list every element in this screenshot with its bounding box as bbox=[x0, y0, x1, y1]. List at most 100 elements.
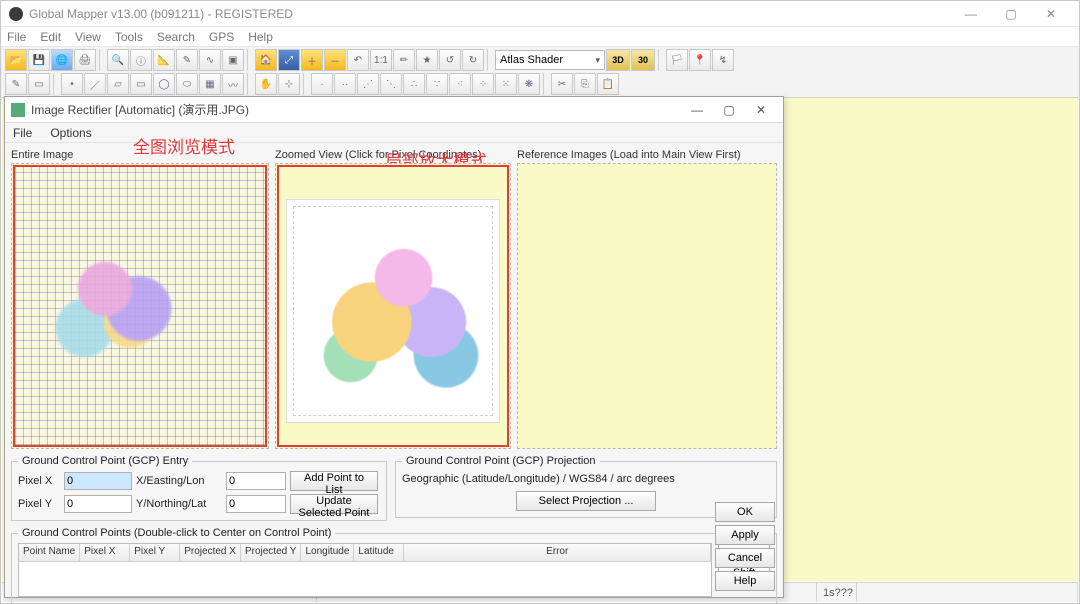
gcp-entry-fieldset: Ground Control Point (GCP) Entry Pixel X… bbox=[11, 455, 387, 521]
pt5-icon[interactable]: ∴ bbox=[403, 73, 425, 95]
line-tool-icon[interactable]: ／ bbox=[84, 73, 106, 95]
menu-help[interactable]: Help bbox=[248, 30, 273, 44]
measure-tool-icon[interactable]: 📐 bbox=[153, 49, 175, 71]
btn-3d[interactable]: 3D bbox=[606, 49, 630, 71]
threed-icon[interactable]: ▣ bbox=[222, 49, 244, 71]
paste-icon[interactable]: 📋 bbox=[597, 73, 619, 95]
toolbars: 📂 💾 🌐 🖨 🔍 ⓘ 📐 ✎ ∿ ▣ 🏠 ⤢ ＋ － ↶ 1:1 ✏ ★ ↺ … bbox=[1, 47, 1079, 100]
globe-icon[interactable]: 🌐 bbox=[51, 49, 73, 71]
undo-icon[interactable]: ↺ bbox=[439, 49, 461, 71]
zoom-out-icon[interactable]: － bbox=[324, 49, 346, 71]
toolbar-row-1: 📂 💾 🌐 🖨 🔍 ⓘ 📐 ✎ ∿ ▣ 🏠 ⤢ ＋ － ↶ 1:1 ✏ ★ ↺ … bbox=[5, 49, 1075, 71]
cut-icon[interactable]: ✂ bbox=[551, 73, 573, 95]
menu-file[interactable]: File bbox=[7, 30, 26, 44]
open-icon[interactable]: 📂 bbox=[5, 49, 27, 71]
pixel-x-input[interactable] bbox=[64, 472, 132, 490]
update-point-button[interactable]: Update Selected Point bbox=[290, 494, 378, 514]
full-extent-icon[interactable]: ⤢ bbox=[278, 49, 300, 71]
select-projection-button[interactable]: Select Projection ... bbox=[516, 491, 656, 511]
col-error[interactable]: Error bbox=[404, 544, 711, 561]
pixel-y-input[interactable] bbox=[64, 495, 132, 513]
freehand-tool-icon[interactable]: 〰 bbox=[222, 73, 244, 95]
apply-button[interactable]: Apply bbox=[715, 525, 775, 545]
pt8-icon[interactable]: ⁘ bbox=[472, 73, 494, 95]
gcp-entry-legend: Ground Control Point (GCP) Entry bbox=[18, 455, 192, 467]
pan-icon[interactable]: ✋ bbox=[255, 73, 277, 95]
pt1-icon[interactable]: · bbox=[311, 73, 333, 95]
dialog-menu-options[interactable]: Options bbox=[50, 126, 91, 140]
save-icon[interactable]: 💾 bbox=[28, 49, 50, 71]
copy-icon[interactable]: ⎘ bbox=[574, 73, 596, 95]
pencil2-icon[interactable]: ✏ bbox=[393, 49, 415, 71]
home-icon[interactable]: 🏠 bbox=[255, 49, 277, 71]
menu-tools[interactable]: Tools bbox=[115, 30, 143, 44]
zoomed-view-label: Zoomed View (Click for Pixel Coordinates… bbox=[275, 149, 511, 161]
print-icon[interactable]: 🖨 bbox=[74, 49, 96, 71]
shader-combo[interactable]: Atlas Shader bbox=[495, 50, 605, 70]
menu-edit[interactable]: Edit bbox=[40, 30, 61, 44]
col-pixel-y[interactable]: Pixel Y bbox=[130, 544, 180, 561]
y-northing-input[interactable] bbox=[226, 495, 286, 513]
dialog-minimize-button[interactable]: — bbox=[681, 99, 713, 121]
zoom-tool-icon[interactable]: 🔍 bbox=[107, 49, 129, 71]
point-tool-icon[interactable]: • bbox=[61, 73, 83, 95]
dialog-maximize-button[interactable]: ▢ bbox=[713, 99, 745, 121]
pt9-icon[interactable]: ⁙ bbox=[495, 73, 517, 95]
pt4-icon[interactable]: ⋱ bbox=[380, 73, 402, 95]
main-titlebar: Global Mapper v13.00 (b091211) - REGISTE… bbox=[1, 1, 1079, 27]
zoom-prev-icon[interactable]: ↶ bbox=[347, 49, 369, 71]
pt6-icon[interactable]: ∵ bbox=[426, 73, 448, 95]
select-icon[interactable]: ▭ bbox=[28, 73, 50, 95]
zoomed-view-pane[interactable] bbox=[275, 163, 511, 449]
zoom-scale-icon[interactable]: 1:1 bbox=[370, 49, 392, 71]
reference-images-pane[interactable] bbox=[517, 163, 777, 449]
zoomed-view-thumbnail bbox=[286, 199, 500, 423]
maximize-button[interactable]: ▢ bbox=[991, 3, 1031, 25]
flag-icon[interactable]: 🏳 bbox=[666, 49, 688, 71]
ellipse-tool-icon[interactable]: ⬭ bbox=[176, 73, 198, 95]
zoom-in-icon[interactable]: ＋ bbox=[301, 49, 323, 71]
entire-image-pane[interactable] bbox=[11, 163, 269, 449]
col-pixel-x[interactable]: Pixel X bbox=[80, 544, 130, 561]
col-projected-x[interactable]: Projected X bbox=[180, 544, 241, 561]
dialog-close-button[interactable]: ✕ bbox=[745, 99, 777, 121]
status-cell-4 bbox=[857, 583, 1078, 602]
btn-3d-alt[interactable]: 30 bbox=[631, 49, 655, 71]
pt10-icon[interactable]: ❋ bbox=[518, 73, 540, 95]
rect-tool-icon[interactable]: ▭ bbox=[130, 73, 152, 95]
circle-tool-icon[interactable]: ◯ bbox=[153, 73, 175, 95]
pencil-icon[interactable]: ✎ bbox=[176, 49, 198, 71]
add-point-button[interactable]: Add Point to List bbox=[290, 471, 378, 491]
pt2-icon[interactable]: ·· bbox=[334, 73, 356, 95]
gcp-table[interactable]: Point Name Pixel X Pixel Y Projected X P… bbox=[18, 543, 712, 597]
redo-icon[interactable]: ↻ bbox=[462, 49, 484, 71]
menu-view[interactable]: View bbox=[75, 30, 101, 44]
track-icon[interactable]: ↯ bbox=[712, 49, 734, 71]
area-tool-icon[interactable]: ▱ bbox=[107, 73, 129, 95]
vertex-edit-icon[interactable]: ⊹ bbox=[278, 73, 300, 95]
close-button[interactable]: ✕ bbox=[1031, 3, 1071, 25]
x-easting-input[interactable] bbox=[226, 472, 286, 490]
gcp-list-legend: Ground Control Points (Double-click to C… bbox=[18, 527, 335, 539]
pt7-icon[interactable]: ⁖ bbox=[449, 73, 471, 95]
col-projected-y[interactable]: Projected Y bbox=[241, 544, 302, 561]
gcp-table-body[interactable] bbox=[19, 562, 711, 597]
menu-search[interactable]: Search bbox=[157, 30, 195, 44]
dialog-body: 全图浏览模式 Entire Image Zoomed View (Click f… bbox=[5, 143, 783, 597]
help-button[interactable]: Help bbox=[715, 571, 775, 591]
minimize-button[interactable]: — bbox=[951, 3, 991, 25]
swath-icon[interactable]: ∿ bbox=[199, 49, 221, 71]
ok-button[interactable]: OK bbox=[715, 502, 775, 522]
grid-tool-icon[interactable]: ▦ bbox=[199, 73, 221, 95]
pt3-icon[interactable]: ⋰ bbox=[357, 73, 379, 95]
col-latitude[interactable]: Latitude bbox=[354, 544, 404, 561]
digitizer-icon[interactable]: ✎ bbox=[5, 73, 27, 95]
col-longitude[interactable]: Longitude bbox=[301, 544, 354, 561]
gps-icon[interactable]: 📍 bbox=[689, 49, 711, 71]
col-point-name[interactable]: Point Name bbox=[19, 544, 80, 561]
favorite-icon[interactable]: ★ bbox=[416, 49, 438, 71]
cancel-button[interactable]: Cancel bbox=[715, 548, 775, 568]
dialog-menu-file[interactable]: File bbox=[13, 126, 32, 140]
menu-gps[interactable]: GPS bbox=[209, 30, 234, 44]
info-tool-icon[interactable]: ⓘ bbox=[130, 49, 152, 71]
